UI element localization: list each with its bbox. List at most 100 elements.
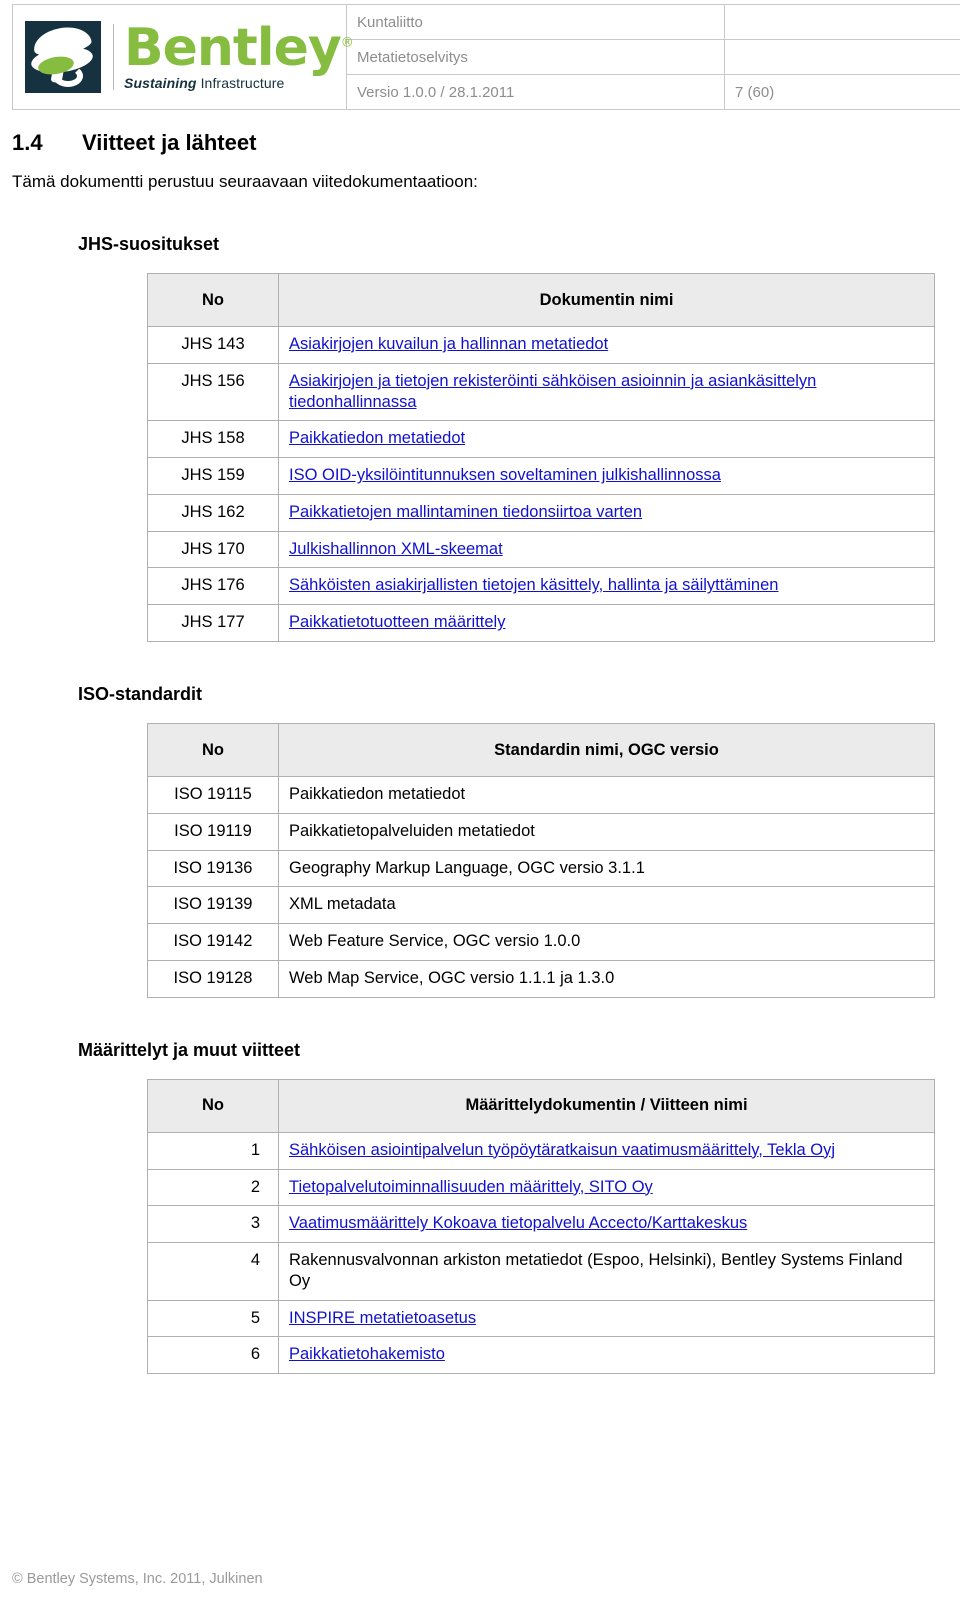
bentley-b-mark-icon: [25, 21, 101, 93]
defs-row-name: INSPIRE metatietoasetus: [278, 1299, 935, 1338]
table-header-row: No Määrittelydokumentin / Viitteen nimi: [147, 1078, 935, 1133]
jhs-row-name: Paikkatiedon metatiedot: [278, 420, 935, 459]
table-row: JHS 159 ISO OID-yksilöintitunnuksen sove…: [147, 457, 935, 495]
section-number: 1.4: [12, 130, 43, 155]
defs-row-name: Sähköisen asiointipalvelun työpöytäratka…: [278, 1131, 935, 1170]
table-row: JHS 170 Julkishallinnon XML-skeemat: [147, 530, 935, 569]
logo-tagline-bold: Sustaining: [124, 75, 197, 92]
table-row: ISO 19139 XML metadata: [147, 886, 935, 925]
table-row: JHS 162 Paikkatietojen mallintaminen tie…: [147, 493, 935, 532]
standard-name: XML metadata: [289, 895, 396, 914]
reference-link[interactable]: Tietopalvelutoiminnallisuuden määrittely…: [289, 1178, 653, 1196]
defs-row-no: 6: [147, 1336, 279, 1375]
jhs-row-no: JHS 158: [147, 420, 279, 459]
defs-row-no: 3: [147, 1205, 279, 1244]
defs-row-no: 4: [147, 1242, 279, 1301]
iso-row-no: ISO 19142: [147, 923, 279, 961]
bentley-logo: Bentley® Sustaining Infrastructure: [13, 11, 354, 103]
jhs-row-no: JHS 159: [147, 457, 279, 495]
page-header: Bentley® Sustaining Infrastructure Kunta…: [0, 0, 960, 112]
table-row: JHS 177 Paikkatietotuotteen määrittely: [147, 604, 935, 643]
page-footer: © Bentley Systems, Inc. 2011, Julkinen: [12, 1571, 263, 1587]
reference-link[interactable]: Asiakirjojen kuvailun ja hallinnan metat…: [289, 335, 608, 353]
defs-row-name: Rakennusvalvonnan arkiston metatiedot (E…: [278, 1242, 935, 1301]
definitions-table: No Määrittelydokumentin / Viitteen nimi …: [147, 1078, 935, 1375]
iso-row-name: XML metadata: [278, 886, 935, 925]
standard-name: Paikkatietopalveluiden metatiedot: [289, 821, 535, 840]
iso-table: No Standardin nimi, OGC versio ISO 19115…: [147, 723, 935, 998]
standard-name: Web Map Service, OGC versio 1.1.1 ja 1.3…: [289, 968, 615, 987]
jhs-row-no: JHS 162: [147, 493, 279, 532]
iso-col-no: No: [147, 723, 279, 778]
reference-link[interactable]: ISO OID-yksilöintitunnuksen soveltaminen…: [289, 466, 721, 484]
iso-row-name: Paikkatiedon metatiedot: [278, 776, 935, 814]
reference-link[interactable]: Paikkatiedon metatiedot: [289, 429, 465, 447]
iso-row-name: Web Feature Service, OGC versio 1.0.0: [278, 923, 935, 961]
table-row: ISO 19136 Geography Markup Language, OGC…: [147, 849, 935, 888]
defs-row-name: Vaatimusmäärittely Kokoava tietopalvelu …: [278, 1205, 935, 1244]
logo-tagline-rest: Infrastructure: [200, 75, 285, 92]
logo-wordmark-text: Bentley: [124, 17, 342, 78]
table-row: 2 Tietopalvelutoiminnallisuuden määritte…: [147, 1168, 935, 1207]
iso-row-no: ISO 19136: [147, 849, 279, 888]
page-title: 1.4 Viitteet ja lähteet: [12, 130, 960, 156]
header-document-title: Metatietoselvitys: [346, 39, 725, 75]
iso-row-name: Paikkatietopalveluiden metatiedot: [278, 812, 935, 851]
table-header-row: No Standardin nimi, OGC versio: [147, 723, 935, 778]
reference-link[interactable]: Vaatimusmäärittely Kokoava tietopalvelu …: [289, 1214, 747, 1232]
reference-link[interactable]: Asiakirjojen ja tietojen rekisteröinti s…: [289, 372, 816, 411]
jhs-row-no: JHS 176: [147, 567, 279, 606]
logo-divider: [113, 24, 114, 90]
logo-tagline: Sustaining Infrastructure: [124, 76, 353, 90]
reference-link[interactable]: Sähköisen asiointipalvelun työpöytäratka…: [289, 1141, 835, 1159]
table-row: ISO 19142 Web Feature Service, OGC versi…: [147, 923, 935, 961]
table-row: JHS 143 Asiakirjojen kuvailun ja hallinn…: [147, 326, 935, 364]
defs-col-no: No: [147, 1078, 279, 1133]
defs-row-name: Tietopalvelutoiminnallisuuden määrittely…: [278, 1168, 935, 1207]
jhs-col-no: No: [147, 273, 279, 327]
reference-name: Rakennusvalvonnan arkiston metatiedot (E…: [289, 1251, 903, 1290]
table-row: JHS 156 Asiakirjojen ja tietojen rekiste…: [147, 362, 935, 422]
table-row: JHS 176 Sähköisten asiakirjallisten tiet…: [147, 567, 935, 606]
reference-link[interactable]: Paikkatietojen mallintaminen tiedonsiirt…: [289, 503, 642, 521]
header-version-date: Versio 1.0.0 / 28.1.2011: [346, 74, 725, 110]
table-row: 3 Vaatimusmäärittely Kokoava tietopalvel…: [147, 1205, 935, 1244]
header-organization: Kuntaliitto: [346, 4, 725, 40]
logo-wordmark: Bentley®: [124, 22, 354, 74]
table-row: 6 Paikkatietohakemisto: [147, 1336, 935, 1375]
jhs-row-name: Asiakirjojen ja tietojen rekisteröinti s…: [278, 362, 935, 422]
jhs-row-name: Asiakirjojen kuvailun ja hallinnan metat…: [278, 326, 935, 364]
iso-row-no: ISO 19128: [147, 959, 279, 998]
standard-name: Web Feature Service, OGC versio 1.0.0: [289, 932, 581, 951]
definitions-heading: Määrittelyt ja muut viitteet: [78, 1039, 301, 1060]
reference-link[interactable]: Sähköisten asiakirjallisten tietojen käs…: [289, 576, 778, 594]
section-title: Viitteet ja lähteet: [82, 130, 257, 155]
reference-link[interactable]: Julkishallinnon XML-skeemat: [289, 540, 503, 558]
header-page-number: 7 (60): [724, 74, 960, 110]
defs-col-name: Määrittelydokumentin / Viitteen nimi: [278, 1078, 935, 1133]
standard-name: Geography Markup Language, OGC versio 3.…: [289, 858, 645, 877]
jhs-heading: JHS-suositukset: [78, 234, 220, 254]
header-row: Bentley® Sustaining Infrastructure Kunta…: [12, 4, 960, 110]
logo-text-block: Bentley® Sustaining Infrastructure: [124, 22, 354, 91]
table-row: 5 INSPIRE metatietoasetus: [147, 1299, 935, 1338]
iso-heading: ISO-standardit: [78, 684, 203, 705]
iso-row-name: Geography Markup Language, OGC versio 3.…: [278, 849, 935, 888]
table-row: JHS 158 Paikkatiedon metatiedot: [147, 420, 935, 459]
jhs-row-no: JHS 177: [147, 604, 279, 643]
jhs-row-name: ISO OID-yksilöintitunnuksen soveltaminen…: [278, 457, 935, 495]
reference-link[interactable]: Paikkatietotuotteen määrittely: [289, 613, 505, 631]
jhs-col-name: Dokumentin nimi: [278, 273, 935, 327]
defs-row-no: 1: [147, 1131, 279, 1170]
reference-link[interactable]: INSPIRE metatietoasetus: [289, 1309, 476, 1327]
table-header-row: No Dokumentin nimi: [147, 273, 935, 327]
iso-row-name: Web Map Service, OGC versio 1.1.1 ja 1.3…: [278, 959, 935, 998]
document-header-table: Bentley® Sustaining Infrastructure Kunta…: [12, 4, 960, 110]
iso-row-no: ISO 19139: [147, 886, 279, 925]
reference-link[interactable]: Paikkatietohakemisto: [289, 1345, 445, 1363]
table-row: 1 Sähköisen asiointipalvelun työpöytärat…: [147, 1131, 935, 1170]
standard-name: Paikkatiedon metatiedot: [289, 785, 466, 804]
header-blank-1: [724, 4, 960, 40]
jhs-table: No Dokumentin nimi JHS 143 Asiakirjojen …: [147, 273, 935, 643]
jhs-row-name: Paikkatietojen mallintaminen tiedonsiirt…: [278, 493, 935, 532]
